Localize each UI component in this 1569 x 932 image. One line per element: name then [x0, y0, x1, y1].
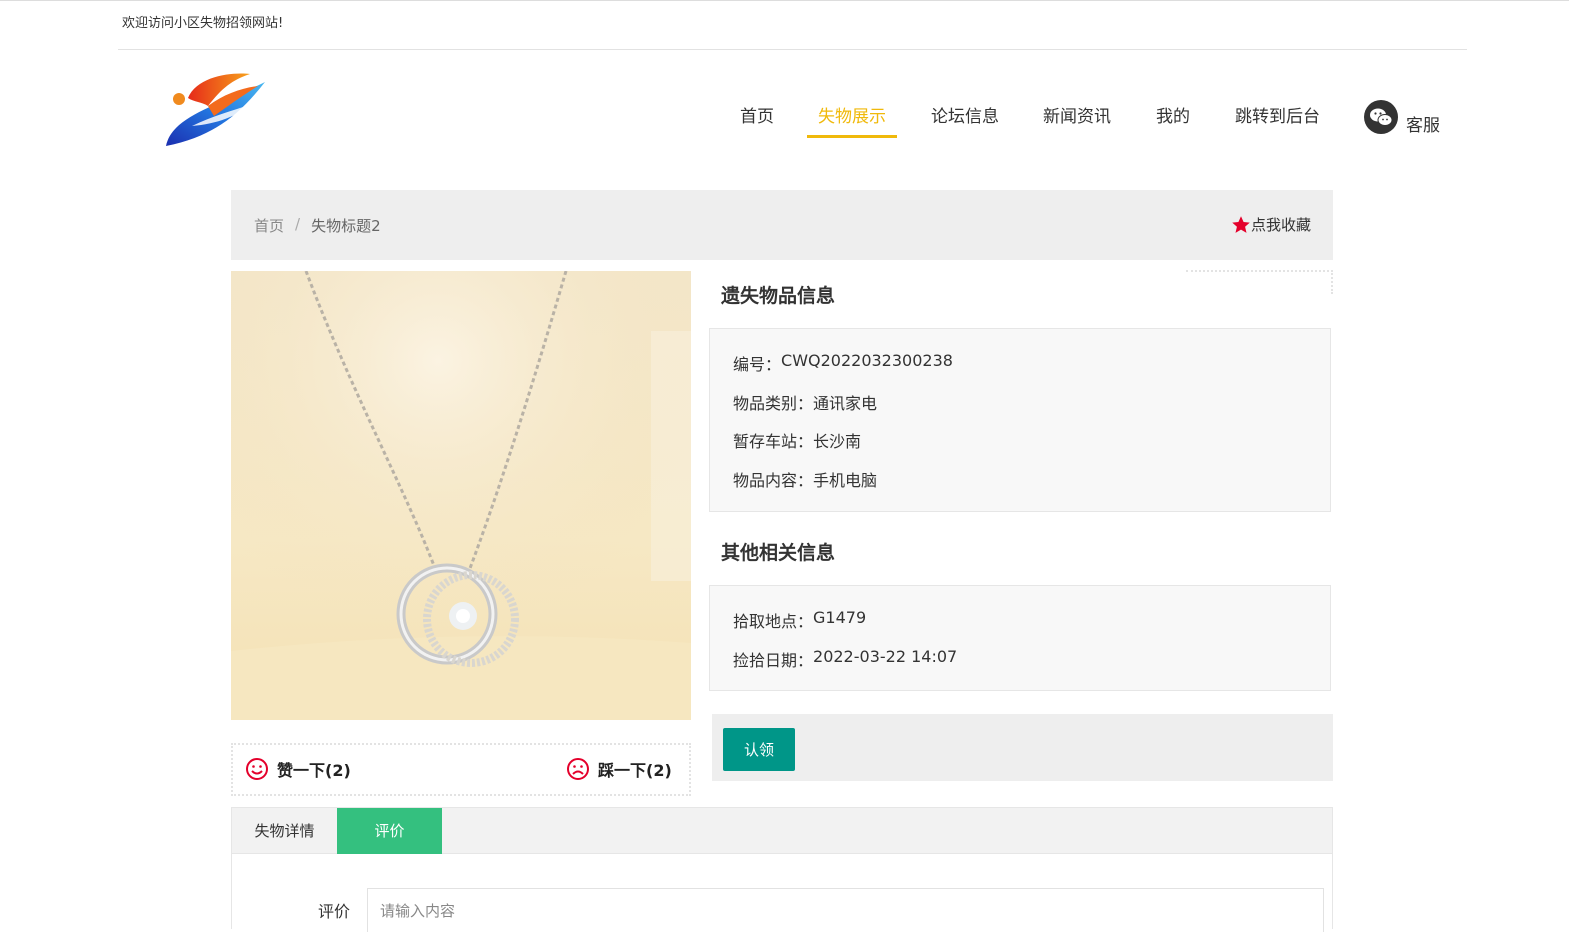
main-nav: 首页 失物展示 论坛信息 新闻资讯 我的 跳转到后台 [0, 102, 1569, 142]
comment-input[interactable] [367, 888, 1324, 932]
nav-mine[interactable]: 我的 [1156, 102, 1190, 138]
info-key: 拾取地点： [733, 612, 814, 631]
lost-info-box: 编号： CWQ2022032300238 物品类别： 通讯家电 暂存车站： 长沙… [709, 328, 1331, 512]
info-row-location: 拾取地点： G1479 [733, 608, 866, 632]
info-row-category: 物品类别： 通讯家电 [733, 390, 877, 414]
other-info-title: 其他相关信息 [721, 542, 836, 564]
nav-lost-items[interactable]: 失物展示 [807, 102, 897, 138]
info-value: 通讯家电 [813, 394, 878, 413]
welcome-text: 欢迎访问小区失物招领网站! [122, 16, 284, 31]
detail-tabs: 失物详情 评价 评价 [231, 807, 1333, 932]
info-key: 编号： [733, 355, 782, 374]
breadcrumb: 首页 / 失物标题2 [254, 215, 381, 236]
action-bar: 认领 [712, 714, 1333, 781]
favorite-label: 点我收藏 [1250, 216, 1311, 234]
breadcrumb-bar: 首页 / 失物标题2 点我收藏 [231, 190, 1333, 260]
info-key: 捡拾日期： [733, 651, 814, 670]
necklace-image [231, 271, 691, 720]
frown-icon [567, 758, 589, 780]
info-value: 手机电脑 [813, 471, 878, 490]
nav-home[interactable]: 首页 [740, 102, 774, 138]
vote-bar: 赞一下(2) 踩一下(2) [231, 743, 691, 796]
service-label: 客服 [1406, 115, 1440, 136]
other-info-box: 拾取地点： G1479 捡拾日期： 2022-03-22 14:07 [709, 585, 1331, 691]
wechat-icon [1364, 100, 1398, 134]
lost-info-title: 遗失物品信息 [721, 285, 836, 307]
thumbs-up-label: 赞一下(2) [277, 761, 351, 780]
smile-icon [246, 758, 268, 780]
info-value: CWQ2022032300238 [781, 351, 953, 370]
header-divider [118, 49, 1467, 50]
breadcrumb-separator: / [295, 215, 301, 233]
claim-button[interactable]: 认领 [723, 728, 795, 771]
top-border [0, 0, 1569, 1]
tab-review[interactable]: 评价 [337, 808, 442, 854]
info-value: G1479 [813, 608, 867, 627]
info-row-content: 物品内容： 手机电脑 [733, 467, 877, 491]
info-key: 物品内容： [733, 471, 814, 490]
item-image [231, 271, 691, 720]
star-icon [1232, 215, 1250, 233]
info-row-station: 暂存车站： 长沙南 [733, 428, 861, 452]
info-key: 暂存车站： [733, 432, 814, 451]
info-frame-decoration [1186, 270, 1333, 294]
tab-header: 失物详情 评价 [232, 808, 1332, 854]
info-value: 长沙南 [813, 432, 862, 451]
info-row-id: 编号： CWQ2022032300238 [733, 351, 953, 375]
info-value: 2022-03-22 14:07 [813, 647, 958, 666]
customer-service[interactable]: 客服 [1364, 100, 1440, 136]
comment-label: 评价 [318, 902, 351, 921]
nav-news[interactable]: 新闻资讯 [1043, 102, 1111, 138]
thumbs-down-button[interactable]: 踩一下(2) [566, 757, 672, 781]
nav-forum[interactable]: 论坛信息 [931, 102, 999, 138]
info-key: 物品类别： [733, 394, 814, 413]
breadcrumb-home[interactable]: 首页 [254, 215, 284, 236]
thumbs-down-label: 踩一下(2) [598, 761, 672, 780]
info-row-date: 捡拾日期： 2022-03-22 14:07 [733, 647, 957, 671]
tab-item-details[interactable]: 失物详情 [232, 808, 337, 854]
nav-admin[interactable]: 跳转到后台 [1235, 102, 1320, 138]
breadcrumb-current: 失物标题2 [311, 217, 381, 235]
thumbs-up-button[interactable]: 赞一下(2) [245, 757, 351, 781]
favorite-button[interactable]: 点我收藏 [1231, 214, 1311, 235]
